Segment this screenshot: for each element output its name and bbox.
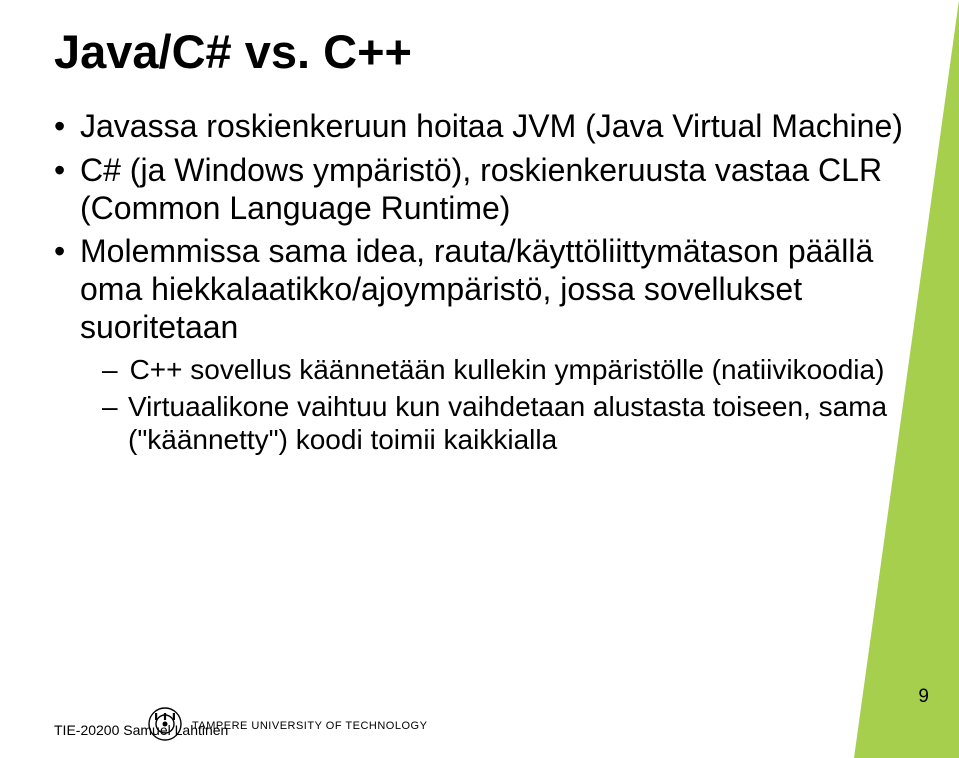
page-number: 9 bbox=[918, 686, 929, 708]
logo-mark-icon bbox=[148, 707, 182, 746]
bullet-text: Molemmissa sama idea, rauta/käyttöliitty… bbox=[80, 233, 909, 346]
bullet-marker: • bbox=[54, 152, 66, 190]
bullet-text: C# (ja Windows ympäristö), roskienkeruus… bbox=[80, 152, 909, 228]
bullet-marker: – bbox=[102, 353, 118, 386]
slide-content: • Javassa roskienkeruun hoitaa JVM (Java… bbox=[54, 108, 909, 460]
sub-bullet-item: – C++ sovellus käännetään kullekin ympär… bbox=[102, 353, 909, 386]
bullet-marker: – bbox=[102, 390, 116, 423]
university-name: TAMPERE UNIVERSITY OF TECHNOLOGY bbox=[192, 721, 427, 733]
university-logo: TAMPERE UNIVERSITY OF TECHNOLOGY bbox=[148, 707, 427, 746]
bullet-marker: • bbox=[54, 108, 66, 146]
bullet-item: • Molemmissa sama idea, rauta/käyttöliit… bbox=[54, 233, 909, 346]
bullet-marker: • bbox=[54, 233, 66, 271]
slide: Java/C# vs. C++ • Javassa roskienkeruun … bbox=[0, 0, 959, 758]
bullet-text: Javassa roskienkeruun hoitaa JVM (Java V… bbox=[80, 108, 903, 146]
bullet-item: • C# (ja Windows ympäristö), roskienkeru… bbox=[54, 152, 909, 228]
bullet-text: C++ sovellus käännetään kullekin ympäris… bbox=[130, 353, 885, 386]
slide-title: Java/C# vs. C++ bbox=[54, 24, 412, 79]
slide-footer: TIE-20200 Samuel Lahtinen TAMPERE UNIVER… bbox=[0, 688, 959, 758]
bullet-text: Virtuaalikone vaihtuu kun vaihdetaan alu… bbox=[128, 390, 909, 456]
sub-bullet-item: – Virtuaalikone vaihtuu kun vaihdetaan a… bbox=[102, 390, 909, 456]
bullet-item: • Javassa roskienkeruun hoitaa JVM (Java… bbox=[54, 108, 909, 146]
